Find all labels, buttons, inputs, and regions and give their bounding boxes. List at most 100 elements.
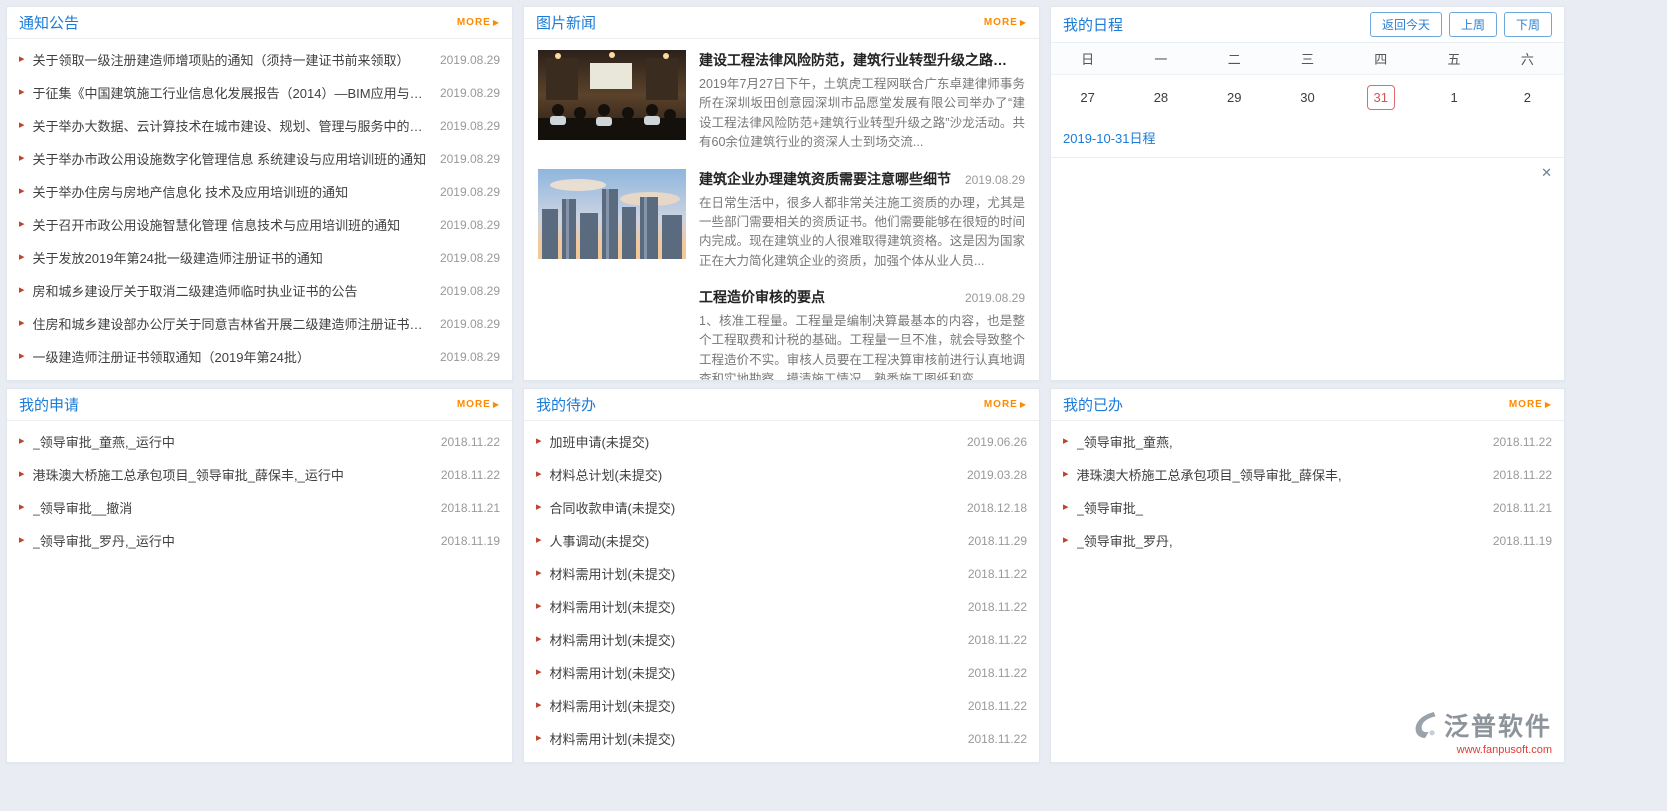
applications-more-button[interactable]: MORE ▶ — [457, 399, 500, 410]
application-text: _领导审批__撤消 — [32, 501, 133, 516]
news-excerpt: 在日常生活中，很多人都非常关注施工资质的办理，尤其是一些部门需要相关的资质证书。… — [699, 195, 1025, 268]
next-week-button[interactable]: 下周 — [1503, 12, 1552, 37]
notice-item[interactable]: ▸ 一级建造师注册证书领取通知（2019年第24批） 2019.08.29 — [19, 340, 500, 373]
application-text: _领导审批_罗丹,_运行中 — [32, 534, 175, 549]
news-more-button[interactable]: MORE ▶ — [984, 17, 1027, 28]
notice-item[interactable]: ▸ 关于举办市政公用设施数字化管理信息 系统建设与应用培训班的通知 2019.08.… — [19, 142, 500, 175]
previous-week-button[interactable]: 上周 — [1448, 12, 1497, 37]
more-label: MORE — [983, 399, 1018, 410]
calendar-day[interactable]: 27 — [1051, 85, 1124, 110]
todo-date: 2018.11.22 — [967, 665, 1027, 680]
bullet-arrow-icon: ▸ — [19, 468, 25, 480]
bullet-arrow-icon: ▸ — [536, 534, 542, 546]
application-text: _领导审批_童燕,_运行中 — [32, 435, 175, 450]
panel-my-applications: 我的申请 MORE ▶ ▸ _领导审批_童燕,_运行中 2018.11.22 ▸ 港珠… — [6, 388, 513, 763]
bullet-arrow-icon: ▸ — [536, 501, 542, 513]
bullet-arrow-icon: ▸ — [1063, 534, 1069, 546]
todo-text: 材料总计划(未提交) — [549, 468, 663, 483]
application-item[interactable]: ▸ 港珠澳大桥施工总承包项目_领导审批_薛保丰,_运行中 2018.11.22 — [19, 458, 500, 491]
todo-item[interactable]: ▸ 材料总计划(未提交) 2019.03.28 — [536, 458, 1027, 491]
todo-date: 2018.11.29 — [967, 533, 1027, 548]
todo-item[interactable]: ▸ 人事调动(未提交) 2018.11.29 — [536, 524, 1027, 557]
brand-url[interactable]: www.fanpusoft.com — [1413, 744, 1552, 756]
news-image-city-skyline-photo[interactable] — [538, 168, 686, 259]
panel-news: 图片新闻 MORE ▶ 建设工程法律风险防范，建筑行业转型升级之路沙龙活动 20… — [523, 6, 1040, 381]
notice-item[interactable]: ▸ 于征集《中国建筑施工行业信息化发展报告（2014）—BIM应用与发... 201… — [19, 76, 500, 109]
todo-text: 材料需用计划(未提交) — [549, 567, 676, 582]
notice-item[interactable]: ▸ 关于发放2019年第24批一级建造师注册证书的通知 2019.08.29 — [19, 241, 500, 274]
weekday-label: 五 — [1447, 52, 1461, 67]
application-item[interactable]: ▸ _领导审批__撤消 2018.11.21 — [19, 491, 500, 524]
todo-text: 材料需用计划(未提交) — [549, 666, 676, 681]
more-label: MORE — [456, 17, 491, 28]
application-text: 港珠澳大桥施工总承包项目_领导审批_薛保丰,_运行中 — [32, 468, 344, 483]
todo-item[interactable]: ▸ 材料需用计划(未提交) 2018.11.22 — [536, 656, 1027, 689]
calendar-day[interactable]: 2 — [1491, 85, 1564, 110]
notice-text: 关于举办市政公用设施数字化管理信息 系统建设与应用培训班的通知 — [32, 152, 427, 167]
todo-text: 材料需用计划(未提交) — [549, 633, 676, 648]
news-panel-title: 图片新闻 — [536, 15, 597, 32]
todos-more-button[interactable]: MORE ▶ — [984, 399, 1027, 410]
notice-item[interactable]: ▸ 关于召开市政公用设施智慧化管理 信息技术与应用培训班的通知 2019.08.29 — [19, 208, 500, 241]
notices-more-button[interactable]: MORE ▶ — [457, 17, 500, 28]
news-title[interactable]: 工程造价审核的要点 — [699, 287, 825, 307]
application-date: 2018.11.22 — [440, 434, 500, 449]
todo-date: 2018.11.22 — [967, 599, 1027, 614]
notice-text: 关于召开市政公用设施智慧化管理 信息技术与应用培训班的通知 — [32, 218, 401, 233]
news-image-lecture-photo[interactable] — [538, 50, 686, 140]
todo-date: 2018.11.22 — [967, 698, 1027, 713]
todo-item[interactable]: ▸ 材料需用计划(未提交) 2018.11.22 — [536, 689, 1027, 722]
todo-item[interactable]: ▸ 材料需用计划(未提交) 2018.11.22 — [536, 722, 1027, 755]
todo-item[interactable]: ▸ 材料需用计划(未提交) 2018.11.22 — [536, 590, 1027, 623]
bullet-arrow-icon: ▸ — [536, 666, 542, 678]
done-more-button[interactable]: MORE ▶ — [1509, 399, 1552, 410]
application-item[interactable]: ▸ _领导审批_童燕,_运行中 2018.11.22 — [19, 425, 500, 458]
notice-text: 关于举办住房与房地产信息化 技术及应用培训班的通知 — [32, 185, 349, 200]
notice-item[interactable]: ▸ 关于举办住房与房地产信息化 技术及应用培训班的通知 2019.08.29 — [19, 175, 500, 208]
notice-date: 2019.08.29 — [439, 118, 500, 133]
notice-date: 2019.08.29 — [439, 151, 500, 166]
back-to-today-button[interactable]: 返回今天 — [1369, 12, 1442, 37]
calendar-day[interactable]: 30 — [1271, 85, 1344, 110]
more-label: MORE — [456, 399, 491, 410]
application-item[interactable]: ▸ _领导审批_罗丹,_运行中 2018.11.19 — [19, 524, 500, 557]
news-title[interactable]: 建设工程法律风险防范，建筑行业转型升级之路沙龙活动 — [699, 50, 1015, 70]
news-title[interactable]: 建筑企业办理建筑资质需要注意哪些细节 — [699, 169, 951, 189]
bullet-arrow-icon: ▸ — [19, 435, 25, 447]
done-item[interactable]: ▸ 港珠澳大桥施工总承包项目_领导审批_薛保丰, 2018.11.22 — [1063, 458, 1552, 491]
bullet-arrow-icon: ▸ — [19, 534, 25, 546]
more-arrow-icon: ▶ — [1019, 17, 1027, 27]
todo-date: 2018.11.22 — [967, 731, 1027, 746]
todo-date: 2019.06.26 — [966, 434, 1027, 449]
calendar-day[interactable]: 29 — [1198, 85, 1271, 110]
todo-item[interactable]: ▸ 材料需用计划(未提交) 2018.11.22 — [536, 557, 1027, 590]
calendar-day-selected[interactable]: 31 — [1344, 84, 1417, 110]
calendar-day[interactable]: 28 — [1124, 85, 1197, 110]
todo-text: 人事调动(未提交) — [549, 534, 650, 549]
panel-schedule: 我的日程 返回今天 上周 下周 日 一 二 三 四 五 六 27 28 29 3… — [1050, 6, 1565, 381]
dashboard-grid: 通知公告 MORE ▶ ▸ 关于领取一级注册建造师增项贴的通知（须持一建证书前来领… — [6, 6, 1565, 763]
done-date: 2018.11.19 — [1492, 533, 1552, 548]
close-icon[interactable]: ✕ — [1541, 165, 1552, 180]
done-item[interactable]: ▸ _领导审批_罗丹, 2018.11.19 — [1063, 524, 1552, 557]
bullet-arrow-icon: ▸ — [19, 185, 25, 197]
notice-item[interactable]: ▸ 关于举办大数据、云计算技术在城市建设、规划、管理与服务中的应... 2019.0… — [19, 109, 500, 142]
done-item[interactable]: ▸ _领导审批_童燕, 2018.11.22 — [1063, 425, 1552, 458]
notice-text: 关于领取一级注册建造师增项贴的通知（须持一建证书前来领取） — [32, 53, 410, 68]
schedule-title: 我的日程 — [1063, 17, 1124, 34]
done-text: _领导审批_罗丹, — [1076, 534, 1173, 549]
notice-item[interactable]: ▸ 房和城乡建设厅关于取消二级建造师临时执业证书的公告 2019.08.29 — [19, 274, 500, 307]
notice-item[interactable]: ▸ 关于领取一级注册建造师增项贴的通知（须持一建证书前来领取） 2019.08.29 — [19, 43, 500, 76]
bullet-arrow-icon: ▸ — [1063, 468, 1069, 480]
panel-notices: 通知公告 MORE ▶ ▸ 关于领取一级注册建造师增项贴的通知（须持一建证书前来领… — [6, 6, 513, 381]
notice-item[interactable]: ▸ 住房和城乡建设部办公厅关于同意吉林省开展二级建造师注册证书电... 2019.0… — [19, 307, 500, 340]
todo-item[interactable]: ▸ 加班申请(未提交) 2019.06.26 — [536, 425, 1027, 458]
done-item[interactable]: ▸ _领导审批_ 2018.11.21 — [1063, 491, 1552, 524]
todo-text: 材料需用计划(未提交) — [549, 699, 676, 714]
day-schedule-link[interactable]: 2019-10-31日程 — [1063, 131, 1156, 146]
todo-item[interactable]: ▸ 合同收款申请(未提交) 2018.12.18 — [536, 491, 1027, 524]
calendar-day[interactable]: 1 — [1417, 85, 1490, 110]
todo-item[interactable]: ▸ 材料需用计划(未提交) 2018.11.22 — [536, 623, 1027, 656]
todo-date: 2018.11.22 — [967, 632, 1027, 647]
weekday-header-row: 日 一 二 三 四 五 六 — [1051, 43, 1564, 75]
